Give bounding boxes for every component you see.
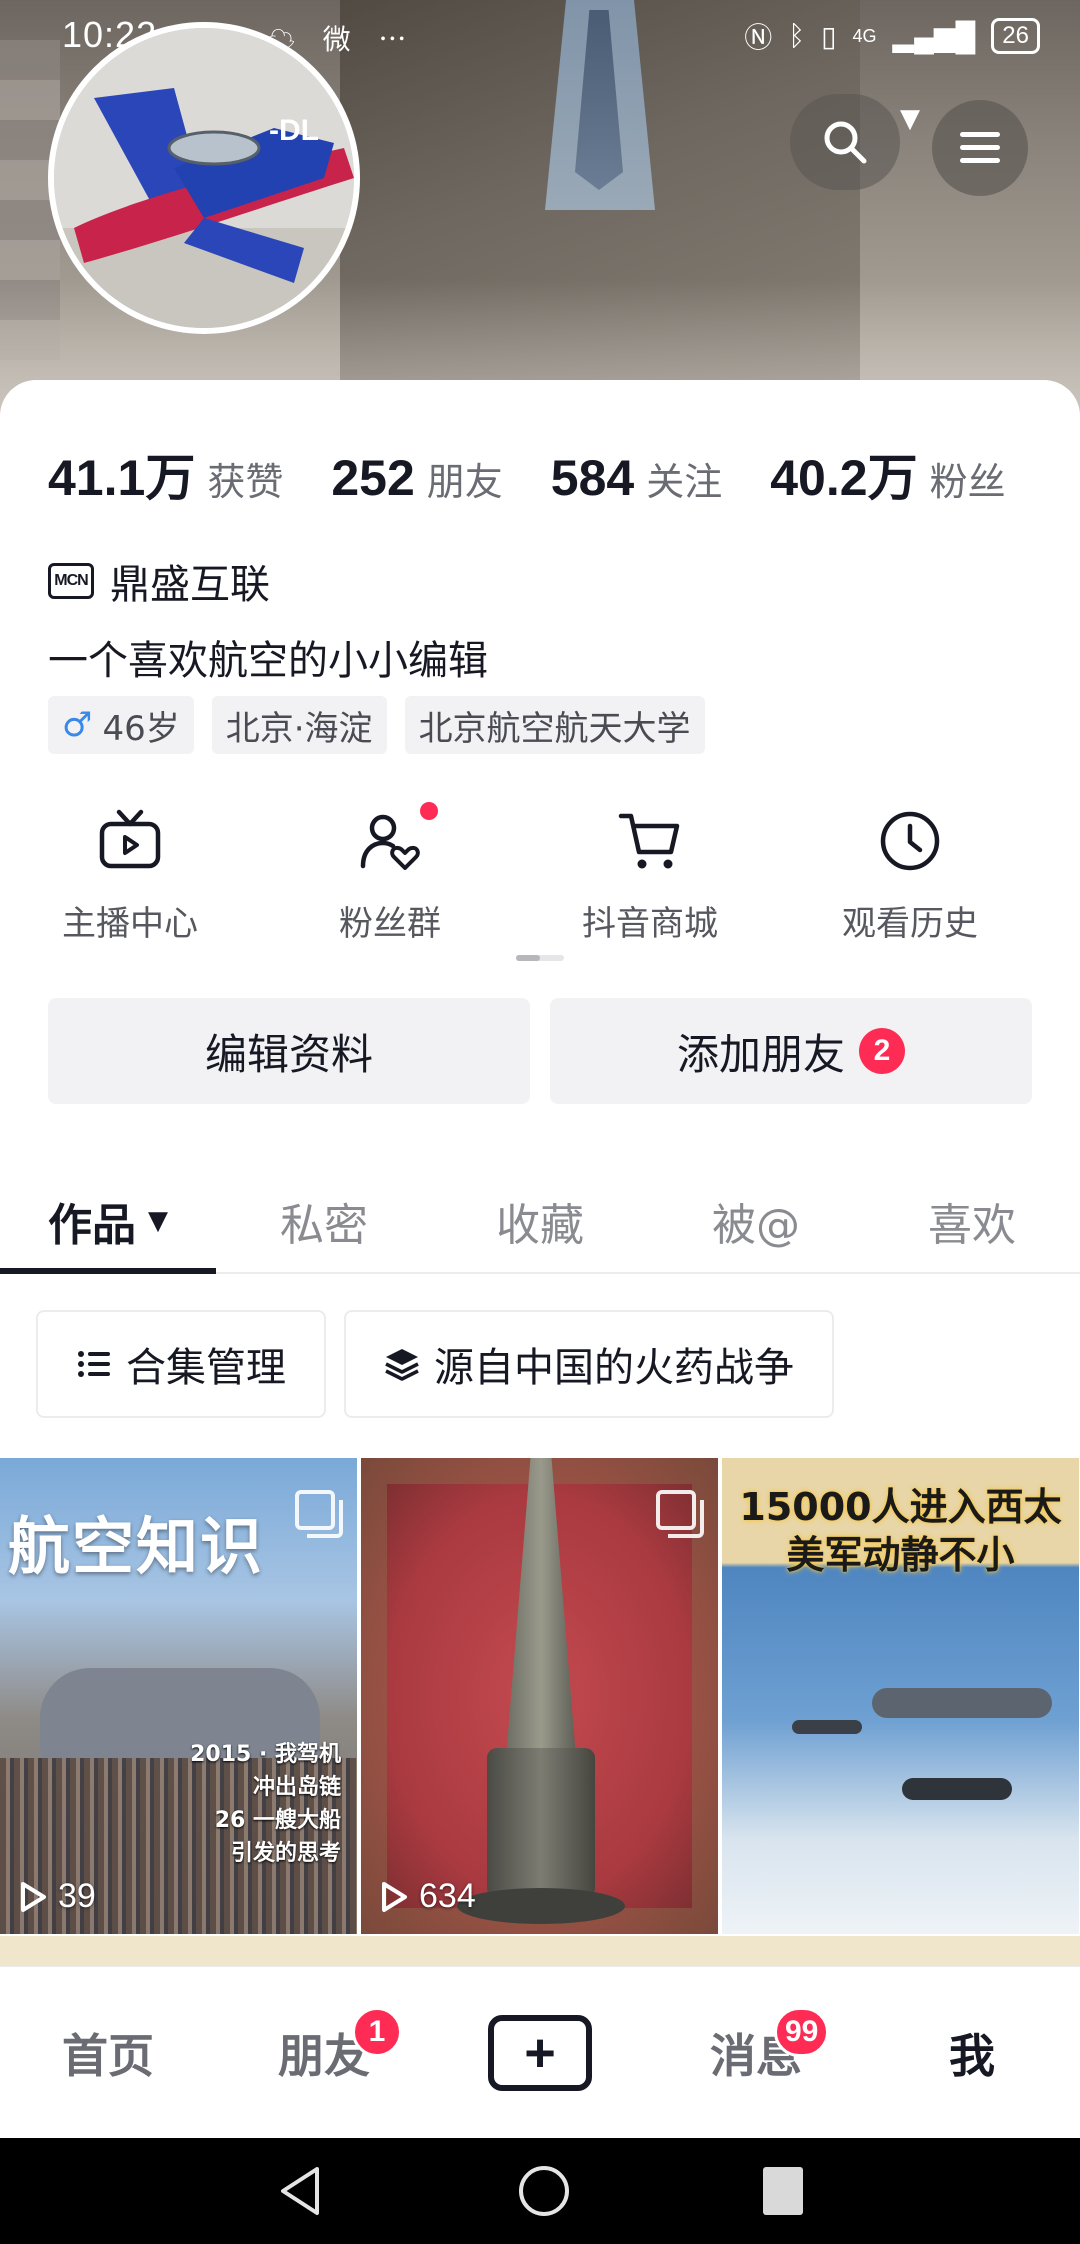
mcn-name: 鼎盛互联 <box>110 562 270 608</box>
tab-favorites[interactable]: 收藏 <box>432 1170 648 1272</box>
back-icon[interactable] <box>273 2163 329 2219</box>
video-grid: 航空知识 2015 · 我驾机 冲出岛链 26 一艘大船 引发的思考 39 63… <box>0 1458 1080 1934</box>
nfc-icon: Ⓝ <box>744 22 773 53</box>
svg-text:-DL: -DL <box>269 114 319 147</box>
tv-icon <box>99 809 161 869</box>
nav-home[interactable]: 首页 <box>0 1967 216 2138</box>
male-icon: ♂ <box>62 705 93 745</box>
battery-icon: 26 <box>991 18 1040 54</box>
play-icon <box>21 1881 46 1912</box>
list-icon <box>78 1351 110 1377</box>
bluetooth-icon: ᛒ <box>788 20 806 51</box>
vibrate-icon: ▯ <box>821 20 837 52</box>
network-type: 4G <box>852 25 877 46</box>
cover-lines: 2015 · 我驾机 冲出岛链 26 一艘大船 引发的思考 <box>190 1742 341 1866</box>
play-count: 39 <box>18 1877 96 1916</box>
status-right: Ⓝ ᛒ ▯ 4G ▂▄▆█ 26 <box>744 16 1040 56</box>
tab-likes[interactable]: 喜欢 <box>864 1170 1080 1272</box>
layers-icon <box>385 1349 419 1381</box>
cover-title: 航空知识 <box>8 1510 265 1583</box>
next-row-peek <box>0 1936 1080 1966</box>
tag-gender-age: ♂ 46岁 <box>48 696 194 754</box>
collection-item[interactable]: 源自中国的火药战争 <box>344 1310 834 1418</box>
nav-friends[interactable]: 朋友 1 <box>216 1967 432 2138</box>
profile-stats: 41.1万 获赞 252 朋友 584 关注 40.2万 粉丝 <box>48 438 1006 510</box>
tab-private[interactable]: 私密 <box>216 1170 432 1272</box>
mcn-agency[interactable]: MCN 鼎盛互联 <box>48 552 270 610</box>
search-button[interactable] <box>790 94 900 190</box>
quick-shop[interactable]: 抖音商城 <box>520 808 780 945</box>
multi-image-icon <box>656 1490 704 1538</box>
quick-actions: 主播中心 粉丝群 抖音商城 观看历史 <box>0 802 1080 945</box>
recents-icon[interactable] <box>759 2163 807 2219</box>
messages-badge: 99 <box>774 2007 830 2057</box>
cart-icon <box>618 813 680 869</box>
profile-tags: ♂ 46岁 北京·海淀 北京航空航天大学 <box>48 696 705 754</box>
stat-following[interactable]: 584 关注 <box>551 449 722 507</box>
edit-profile-button[interactable]: 编辑资料 <box>48 998 530 1104</box>
cover-headline: 15000人进入西太 美军动静不小 <box>739 1485 1062 1577</box>
collections-row: 合集管理 源自中国的火药战争 <box>36 1310 834 1418</box>
system-nav-bar <box>0 2138 1080 2244</box>
stat-friends[interactable]: 252 朋友 <box>331 449 502 507</box>
profile-bio: 一个喜欢航空的小小编辑 <box>48 638 488 684</box>
friends-badge: 1 <box>352 2007 402 2057</box>
home-icon[interactable] <box>516 2163 572 2219</box>
search-icon <box>824 121 867 164</box>
avatar-airplane-image: -DL <box>54 28 354 328</box>
nav-create[interactable]: + <box>432 1967 648 2138</box>
nav-messages[interactable]: 消息 99 <box>648 1967 864 2138</box>
content-tabs: 作品 ▼ 私密 收藏 被@ 喜欢 <box>0 1170 1080 1274</box>
tag-school: 北京航空航天大学 <box>404 696 705 754</box>
caret-down-icon: ▼ <box>148 1206 168 1236</box>
manage-collections-button[interactable]: 合集管理 <box>36 1310 326 1418</box>
multi-image-icon <box>295 1490 343 1538</box>
quick-live-center[interactable]: 主播中心 <box>0 808 260 945</box>
add-friend-button[interactable]: 添加朋友 2 <box>550 998 1032 1104</box>
tag-location: 北京·海淀 <box>211 696 387 754</box>
quick-actions-pager <box>516 955 564 961</box>
fan-group-icon <box>360 814 420 870</box>
play-count: 634 <box>379 1877 476 1916</box>
video-thumbnail[interactable]: 15000人进入西太 美军动静不小 <box>722 1458 1079 1934</box>
tab-works[interactable]: 作品 ▼ <box>0 1170 216 1274</box>
plus-icon: + <box>488 2014 592 2091</box>
menu-icon <box>960 132 1000 163</box>
quick-fan-group[interactable]: 粉丝群 <box>260 802 520 945</box>
play-icon <box>382 1881 407 1912</box>
nav-me[interactable]: 我 <box>864 1967 1080 2138</box>
add-friend-count-badge: 2 <box>859 1028 905 1074</box>
mcn-badge-icon: MCN <box>48 563 94 599</box>
chevron-down-icon[interactable]: ▼ <box>900 104 920 134</box>
stat-followers[interactable]: 40.2万 粉丝 <box>770 438 1005 510</box>
quick-watch-history[interactable]: 观看历史 <box>780 808 1040 945</box>
avatar[interactable]: -DL <box>48 22 360 334</box>
stat-likes[interactable]: 41.1万 获赞 <box>48 438 283 510</box>
signal-icon: ▂▄▆█ <box>892 20 976 52</box>
video-thumbnail[interactable]: 634 <box>361 1458 718 1934</box>
profile-actions: 编辑资料 添加朋友 2 <box>48 998 1032 1104</box>
tab-mentions[interactable]: 被@ <box>648 1170 864 1272</box>
clock-icon <box>880 811 940 871</box>
menu-button[interactable] <box>932 100 1028 196</box>
bottom-nav: 首页 朋友 1 + 消息 99 我 <box>0 1966 1080 2138</box>
video-thumbnail[interactable]: 航空知识 2015 · 我驾机 冲出岛链 26 一艘大船 引发的思考 39 <box>0 1458 357 1934</box>
new-dot-badge <box>420 802 438 820</box>
